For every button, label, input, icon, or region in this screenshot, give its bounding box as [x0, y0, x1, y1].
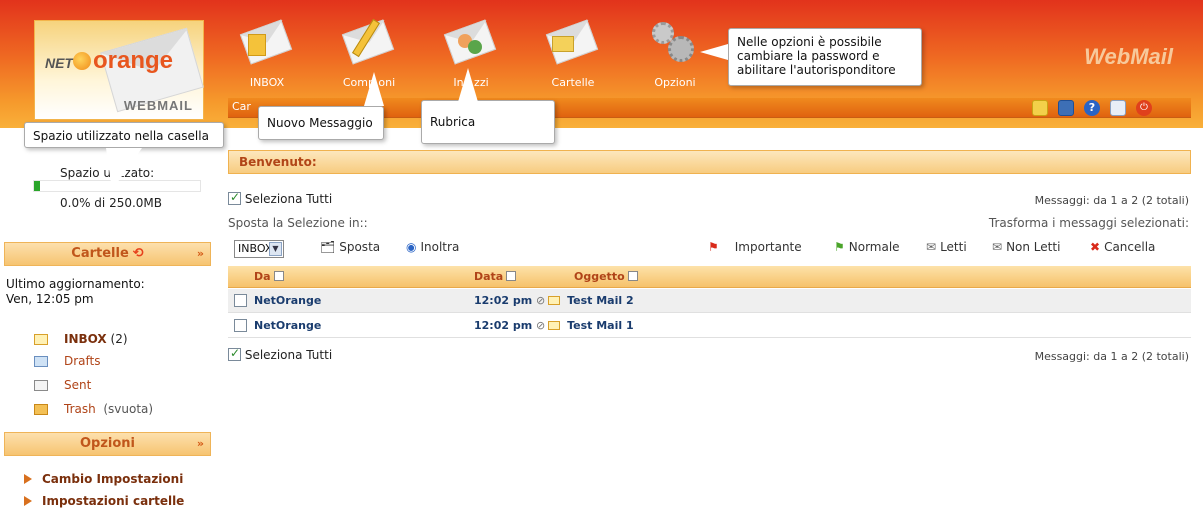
notes-icon[interactable]: [1032, 100, 1048, 116]
message-subject[interactable]: Test Mail 1: [567, 319, 634, 332]
refresh-icon[interactable]: ⟲: [133, 243, 144, 265]
gears-icon: [650, 14, 700, 70]
message-row[interactable]: NetOrange 12:02 pm ⊘ Test Mail 2: [228, 289, 1191, 313]
quota-fill: [34, 181, 40, 191]
main-content: Benvenuto: Seleziona Tutti Messaggi: da …: [228, 128, 1191, 517]
calendar-icon[interactable]: [1058, 100, 1074, 116]
select-all-bottom[interactable]: Seleziona Tutti: [228, 346, 332, 362]
drafts-icon: [34, 356, 48, 367]
arrow-right-icon: [24, 474, 32, 484]
message-subject[interactable]: Test Mail 2: [567, 294, 634, 307]
folders-icon: [545, 14, 599, 70]
addressbook-icon: [443, 14, 497, 70]
message-list-header: Da Data Oggetto: [228, 266, 1191, 288]
breadcrumb[interactable]: Car: [232, 100, 251, 113]
options-panel-header: Opzioni »: [4, 432, 211, 456]
tooltip-addressbook: Rubrica: [421, 100, 555, 144]
compose-pencil-icon: [341, 14, 395, 70]
tooltip-compose-tail: [364, 72, 384, 106]
flag-red-icon: ⚑: [708, 240, 719, 254]
collapse-folders-icon[interactable]: »: [197, 243, 204, 265]
envelope-icon: [34, 334, 48, 345]
logo-subtitle: WEBMAIL: [123, 98, 193, 113]
open-envelope-icon: ✉: [926, 240, 937, 254]
welcome-bar: Benvenuto:: [228, 150, 1191, 174]
message-date: 12:02 pm ⊘ Test Mail 1: [474, 319, 634, 332]
delete-button[interactable]: ✖ Cancella: [1090, 240, 1155, 254]
attachment-icon: ⊘: [536, 294, 546, 307]
trash-icon: [34, 404, 48, 415]
column-subject[interactable]: Oggetto: [574, 270, 638, 283]
message-checkbox[interactable]: [234, 294, 247, 307]
envelope-icon: [548, 296, 561, 305]
attachment-icon: ⊘: [536, 319, 546, 332]
mark-read-button[interactable]: ✉ Letti: [926, 240, 967, 254]
mark-unread-button[interactable]: ✉ Non Letti: [992, 240, 1060, 254]
important-button[interactable]: ⚑ Importante: [708, 240, 802, 254]
empty-trash-link[interactable]: (svuota): [103, 402, 153, 416]
last-update: Ultimo aggiornamento: Ven, 12:05 pm: [6, 277, 145, 306]
sent-icon: [34, 380, 48, 391]
message-date: 12:02 pm ⊘ Test Mail 2: [474, 294, 634, 307]
nav-inbox[interactable]: INBOX: [228, 14, 306, 98]
select-all-checkbox[interactable]: [228, 190, 241, 205]
folder-settings-link[interactable]: Impostazioni cartelle: [24, 494, 184, 508]
message-from[interactable]: NetOrange: [254, 319, 321, 332]
inbox-icon: [239, 14, 293, 70]
arrow-right-icon: [24, 496, 32, 506]
flag-green-icon: ⚑: [834, 240, 845, 254]
move-button[interactable]: 🗂 Sposta: [320, 240, 380, 254]
orange-dot-icon: [73, 52, 91, 70]
select-all-top[interactable]: Seleziona Tutti: [228, 190, 332, 206]
sort-icon[interactable]: [273, 271, 284, 281]
sort-asc-icon[interactable]: [506, 271, 517, 281]
netorange-logo[interactable]: NET orange WEBMAIL: [34, 20, 204, 120]
envelope-icon: [548, 321, 561, 330]
delete-icon: ✖: [1090, 240, 1101, 254]
tooltip-compose: Nuovo Messaggio: [258, 106, 384, 140]
logo-text: NET orange: [45, 47, 174, 74]
tooltip-quota: Spazio utilizzato nella casella: [24, 122, 224, 148]
search-icon[interactable]: [1110, 100, 1126, 116]
change-settings-link[interactable]: Cambio Impostazioni: [24, 472, 183, 486]
collapse-options-icon[interactable]: »: [197, 433, 204, 455]
forward-button[interactable]: ◉ Inoltra: [406, 240, 459, 254]
message-from[interactable]: NetOrange: [254, 294, 321, 307]
chevron-down-icon: ▼: [269, 242, 282, 256]
forward-icon: ◉: [406, 240, 417, 254]
folders-panel-header: Cartelle ⟲ »: [4, 242, 211, 266]
messages-count-bottom: Messaggi: da 1 a 2 (2 totali): [1034, 350, 1189, 363]
message-row[interactable]: NetOrange 12:02 pm ⊘ Test Mail 1: [228, 314, 1191, 338]
move-folder-select[interactable]: INBOX ▼: [234, 240, 284, 258]
help-icon[interactable]: ?: [1084, 100, 1100, 116]
tooltip-options-tail: [700, 44, 728, 60]
column-from[interactable]: Da: [254, 270, 284, 283]
logout-icon[interactable]: ⏻: [1136, 100, 1152, 116]
column-date[interactable]: Data: [474, 270, 517, 283]
transform-label: Trasforma i messaggi selezionati:: [988, 216, 1189, 230]
header-bar: NET orange WEBMAIL INBOX Comp oni Ind zzi…: [0, 0, 1203, 128]
sort-icon[interactable]: [627, 271, 638, 281]
message-checkbox[interactable]: [234, 319, 247, 332]
select-all-checkbox[interactable]: [228, 346, 241, 361]
messages-count-top: Messaggi: da 1 a 2 (2 totali): [1034, 194, 1189, 207]
brand-title: WebMail: [1084, 44, 1173, 69]
tooltip-addressbook-tail: [458, 68, 478, 102]
nav-folders[interactable]: Cartelle: [534, 14, 612, 98]
move-selection-label: Sposta la Selezione in::: [228, 216, 368, 230]
quota-text: 0.0% di 250.0MB: [60, 196, 163, 210]
closed-envelope-icon: ✉: [992, 240, 1003, 254]
tooltip-quota-tail: [106, 148, 142, 190]
normal-button[interactable]: ⚑ Normale: [834, 240, 900, 254]
move-icon: 🗂: [320, 240, 336, 254]
tooltip-options: Nelle opzioni è possibile cambiare la pa…: [728, 28, 922, 86]
